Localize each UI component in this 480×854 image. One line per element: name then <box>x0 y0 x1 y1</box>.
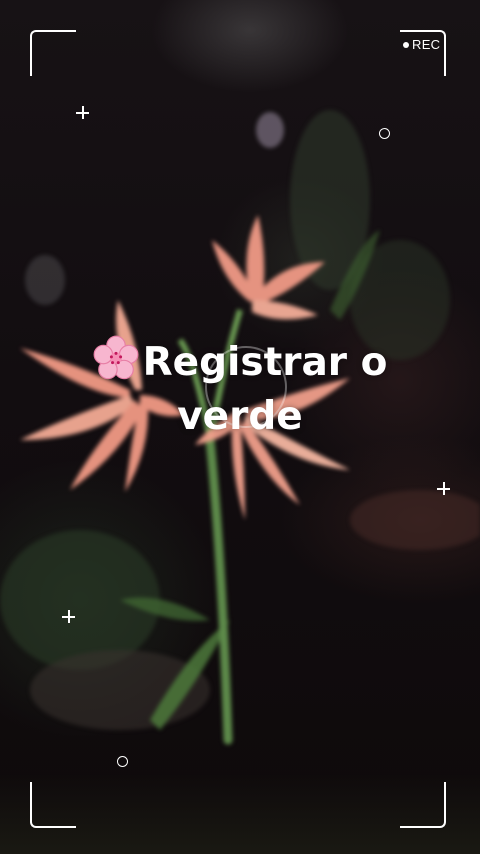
viewfinder-corner-bottom-left <box>30 782 76 828</box>
title-line-2: verde <box>177 394 303 439</box>
camera-viewfinder: REC Registrar o verde <box>0 0 480 854</box>
viewfinder-corner-top-left <box>30 30 76 76</box>
small-circle-icon <box>379 128 390 139</box>
cherry-blossom-icon <box>93 335 139 380</box>
recording-indicator: REC <box>403 37 440 52</box>
crosshair-plus-icon <box>76 106 89 119</box>
small-circle-icon <box>117 756 128 767</box>
recording-dot-icon <box>403 41 409 48</box>
title-line-1: Registrar o <box>142 340 388 385</box>
viewfinder-corner-bottom-right <box>400 782 446 828</box>
crosshair-plus-icon <box>62 610 75 623</box>
overlay-title: Registrar o verde <box>60 335 420 444</box>
rec-label: REC <box>412 37 441 52</box>
crosshair-plus-icon <box>437 482 450 495</box>
